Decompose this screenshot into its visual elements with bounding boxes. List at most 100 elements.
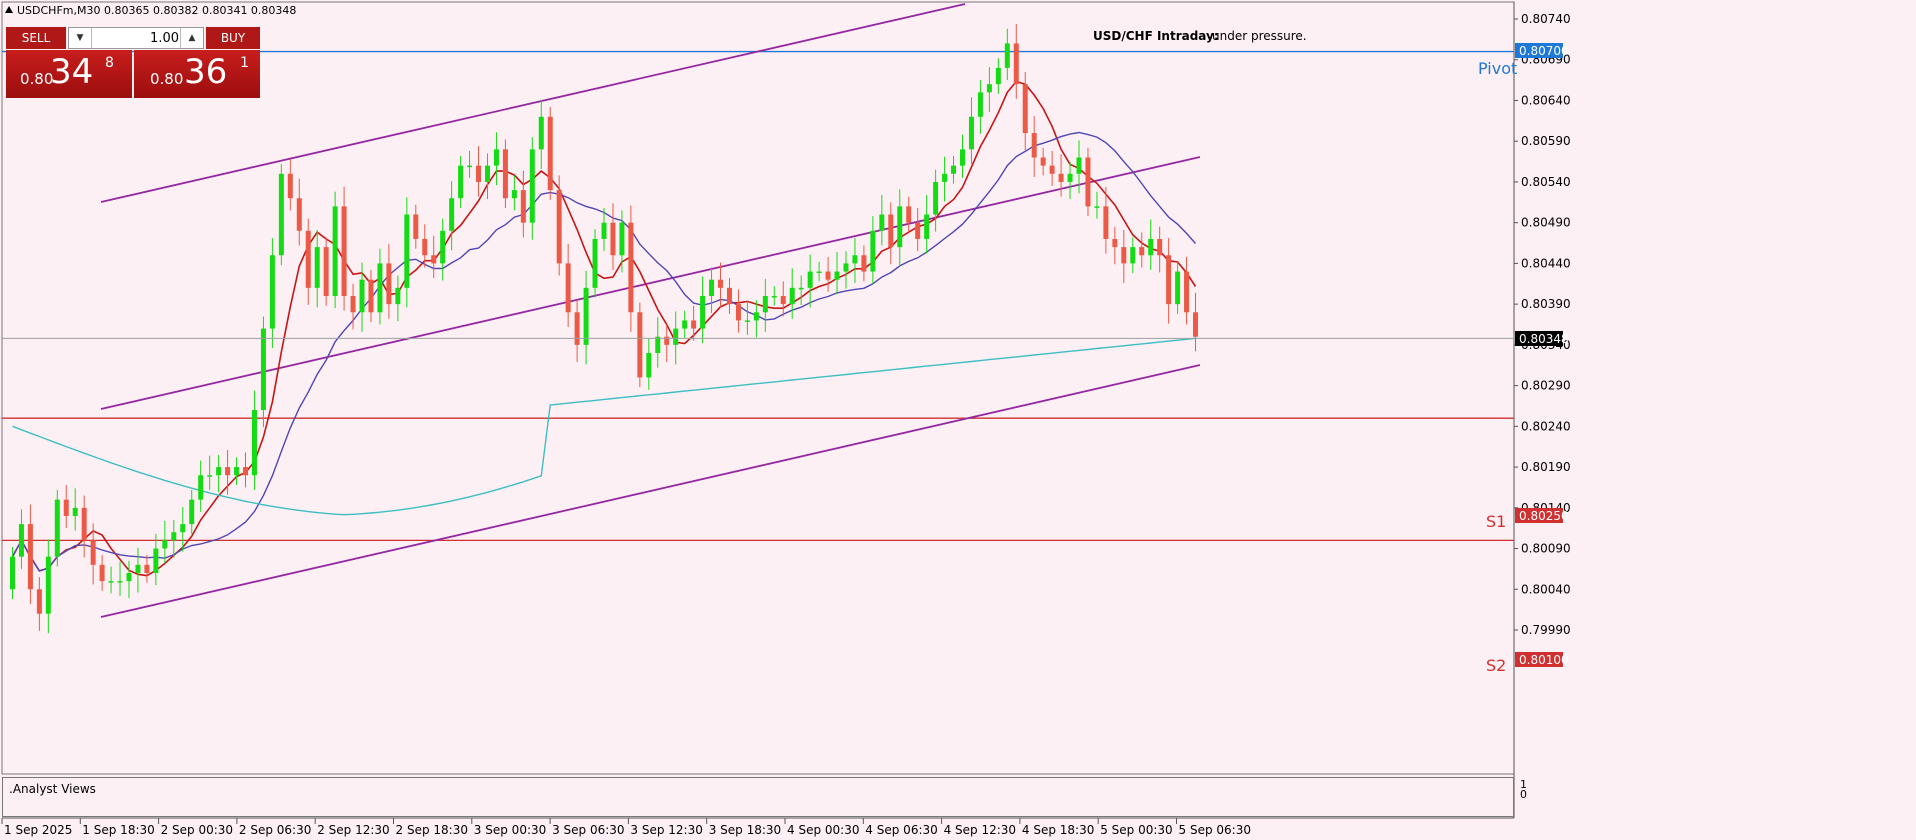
bull-candle xyxy=(9,556,15,590)
bull-candle xyxy=(458,165,464,199)
time-tick-label: 4 Sep 18:30 xyxy=(1022,823,1094,837)
bear-candle xyxy=(502,149,508,199)
bull-candle xyxy=(942,173,948,182)
symbol-info: USDCHFm,M30 0.80365 0.80382 0.80341 0.80… xyxy=(17,4,296,17)
bull-candle xyxy=(493,149,499,166)
sell-button[interactable]: SELL xyxy=(6,27,66,49)
bear-candle xyxy=(1049,165,1055,174)
time-tick-label: 4 Sep 06:30 xyxy=(865,823,937,837)
bear-candle xyxy=(637,312,643,378)
bull-candle xyxy=(54,499,60,557)
bull-candle xyxy=(1130,247,1136,264)
bear-candle xyxy=(906,206,912,223)
level-label-s1: S1 xyxy=(1486,512,1506,531)
bull-candle xyxy=(816,271,822,274)
bear-candle xyxy=(81,507,87,541)
bear-candle xyxy=(1013,43,1019,85)
bull-candle xyxy=(332,206,338,296)
bull-candle xyxy=(646,353,652,378)
buy-price-prefix: 0.80 xyxy=(150,70,184,88)
bull-candle xyxy=(171,532,177,541)
bear-candle xyxy=(780,295,786,305)
analyst-panel-label: .Analyst Views xyxy=(9,782,96,796)
time-axis: 1 Sep 2025 1 Sep 18:30 2 Sep 00:30 2 Sep 06… xyxy=(1,818,1251,837)
buy-button[interactable]: BUY xyxy=(206,27,260,49)
bear-candle xyxy=(861,255,867,272)
bull-candle xyxy=(762,295,768,313)
time-tick-label: 3 Sep 18:30 xyxy=(709,823,781,837)
bear-candle xyxy=(1157,238,1163,256)
time-tick-label: 5 Sep 06:30 xyxy=(1179,823,1251,837)
bull-candle xyxy=(897,206,903,248)
lot-size-stepper[interactable]: ▼ ▲ xyxy=(68,27,204,49)
bull-candle xyxy=(583,287,589,345)
bull-candle xyxy=(753,312,759,321)
bear-candle xyxy=(1040,157,1046,166)
bear-candle xyxy=(547,116,553,191)
bull-candle xyxy=(798,287,804,290)
bull-candle xyxy=(1175,271,1181,305)
bull-candle xyxy=(852,255,858,264)
s2-price-tag: 0.80100 xyxy=(1519,653,1569,667)
bull-candle xyxy=(467,165,473,168)
price-tick-label: 0.80190 xyxy=(1521,460,1571,474)
bear-candle xyxy=(610,222,616,256)
bear-candle xyxy=(323,247,329,296)
bull-candle xyxy=(440,230,446,264)
sell-price-main: 34 xyxy=(50,52,94,92)
bull-candle xyxy=(843,263,849,272)
time-tick-label: 3 Sep 12:30 xyxy=(630,823,702,837)
bull-candle xyxy=(511,190,517,199)
bull-candle xyxy=(45,556,51,614)
bull-candle xyxy=(117,581,123,583)
bear-candle xyxy=(36,589,42,614)
price-tick-label: 0.80390 xyxy=(1521,297,1571,311)
intraday-text: under pressure. xyxy=(1212,29,1307,43)
bear-candle xyxy=(628,222,634,313)
bear-candle xyxy=(718,279,724,288)
bear-candle xyxy=(1193,312,1199,337)
time-tick-label: 3 Sep 00:30 xyxy=(474,823,546,837)
bull-candle xyxy=(207,475,213,477)
bull-candle xyxy=(234,467,240,476)
bull-candle xyxy=(314,247,320,288)
bear-candle xyxy=(296,198,302,231)
bull-candle xyxy=(162,540,168,549)
price-tick-label: 0.80290 xyxy=(1521,379,1571,393)
bear-candle xyxy=(1103,206,1109,239)
time-tick-label: 1 Sep 18:30 xyxy=(82,823,154,837)
time-tick-label: 2 Sep 18:30 xyxy=(396,823,468,837)
bear-candle xyxy=(144,564,150,573)
price-chart[interactable]: Pivot S1 S2 0.807400.806900.806400.80590… xyxy=(0,0,1916,840)
chevron-down-icon[interactable]: ▼ xyxy=(69,28,92,48)
chart-frame xyxy=(1,1,1515,775)
level-label-s2: S2 xyxy=(1486,656,1506,675)
bull-candle xyxy=(180,524,186,533)
time-tick-label: 5 Sep 00:30 xyxy=(1100,823,1172,837)
bear-candle xyxy=(1121,247,1127,264)
time-tick-label: 4 Sep 12:30 xyxy=(944,823,1016,837)
price-tick-label: 0.80640 xyxy=(1521,93,1571,107)
bull-candle xyxy=(655,336,661,354)
buy-quote-button[interactable]: 0.80 36 1 xyxy=(134,50,260,98)
bear-candle xyxy=(305,230,311,288)
bear-candle xyxy=(1022,84,1028,134)
bull-candle xyxy=(700,295,706,329)
bull-candle xyxy=(377,263,383,313)
price-tick-label: 0.80490 xyxy=(1521,216,1571,230)
bear-candle xyxy=(520,190,526,223)
bear-candle xyxy=(691,320,697,329)
lot-size-input[interactable] xyxy=(93,28,179,48)
bull-candle xyxy=(986,84,992,93)
bear-candle xyxy=(422,238,428,256)
one-click-trading-panel: SELL ▼ ▲ BUY 0.80 34 8 0.80 36 1 xyxy=(6,27,260,98)
bear-candle xyxy=(1112,238,1118,248)
bull-candle xyxy=(870,230,876,272)
bear-candle xyxy=(735,304,741,321)
chevron-up-icon[interactable]: ▲ xyxy=(180,28,203,48)
time-tick-label: 1 Sep 2025 xyxy=(4,823,72,837)
sell-quote-button[interactable]: 0.80 34 8 xyxy=(6,50,132,98)
price-tick-label: 0.80590 xyxy=(1521,134,1571,148)
bull-candle xyxy=(484,165,490,182)
pivot-price-tag: 0.80700 xyxy=(1519,44,1569,58)
